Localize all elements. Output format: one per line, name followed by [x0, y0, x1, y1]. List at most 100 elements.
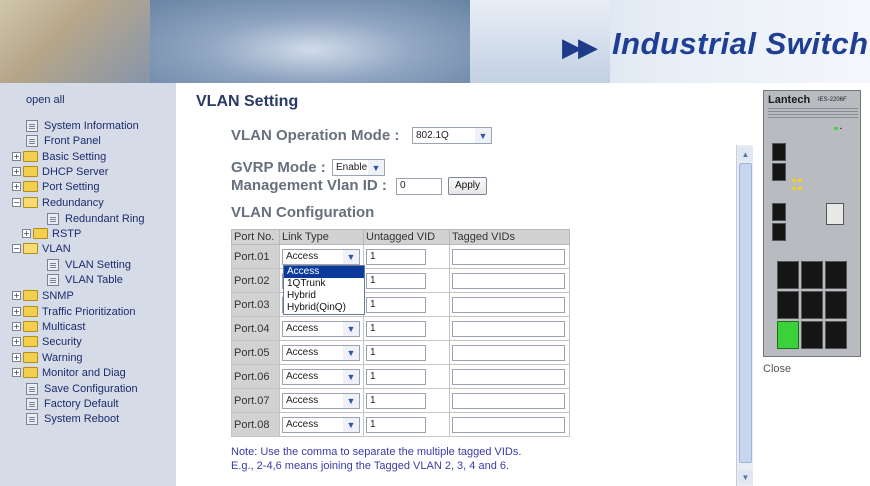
- scroll-up-icon[interactable]: ▲: [738, 147, 753, 161]
- led-icon: [798, 187, 802, 190]
- untagged-vid-input[interactable]: 1: [366, 369, 426, 385]
- sidebar-item-vlan-setting[interactable]: VLAN Setting: [47, 257, 131, 272]
- sidebar-item-label: Save Configuration: [44, 382, 138, 395]
- link-type-value: Access: [286, 395, 319, 406]
- expand-icon[interactable]: +: [12, 322, 21, 331]
- scroll-thumb[interactable]: [739, 163, 752, 463]
- sidebar-item-multicast[interactable]: + Multicast: [12, 319, 85, 334]
- untagged-vid-input[interactable]: 1: [366, 393, 426, 409]
- untagged-vid-cell: 1: [363, 388, 450, 413]
- sidebar-item-factory-default[interactable]: Factory Default: [26, 396, 119, 411]
- sidebar-item-label: Redundancy: [42, 196, 104, 209]
- link-type-select[interactable]: Access ▼: [282, 249, 360, 265]
- sidebar-item-port-setting[interactable]: + Port Setting: [12, 179, 99, 194]
- gvrp-mode-select[interactable]: Enable ▼: [332, 159, 385, 176]
- dropdown-option-1qtrunk[interactable]: 1QTrunk: [284, 278, 364, 290]
- sidebar-item-system-reboot[interactable]: System Reboot: [26, 411, 119, 426]
- sidebar-item-security[interactable]: + Security: [12, 334, 82, 349]
- untagged-vid-input[interactable]: 1: [366, 417, 426, 433]
- sidebar-item-system-information[interactable]: System Information: [26, 118, 139, 133]
- sidebar-item-monitor-and-diag[interactable]: + Monitor and Diag: [12, 365, 126, 380]
- expand-icon[interactable]: +: [12, 291, 21, 300]
- apply-button[interactable]: Apply: [448, 177, 488, 195]
- untagged-vid-input[interactable]: 1: [366, 297, 426, 313]
- sidebar-item-label: Monitor and Diag: [42, 366, 126, 379]
- link-type-dropdown-list: Access 1QTrunk Hybrid Hybrid(QinQ): [283, 265, 365, 315]
- chevron-down-icon: ▼: [343, 346, 359, 360]
- sidebar-item-warning[interactable]: + Warning: [12, 350, 83, 365]
- expand-icon[interactable]: +: [12, 337, 21, 346]
- sidebar-item-dhcp-server[interactable]: + DHCP Server: [12, 164, 108, 179]
- link-type-select[interactable]: Access ▼: [282, 321, 360, 337]
- sidebar-item-snmp[interactable]: + SNMP: [12, 288, 74, 303]
- rj45-port-icon: [825, 261, 847, 289]
- close-link[interactable]: Close: [763, 363, 791, 375]
- main-content: VLAN Setting VLAN Operation Mode : 802.1…: [176, 83, 736, 486]
- untagged-vid-input[interactable]: 1: [366, 345, 426, 361]
- link-type-select[interactable]: Access ▼: [282, 417, 360, 433]
- link-type-select[interactable]: Access ▼: [282, 369, 360, 385]
- sidebar-item-vlan[interactable]: − VLAN: [12, 241, 71, 256]
- tagged-vids-input[interactable]: [452, 393, 565, 409]
- page-icon: [47, 212, 59, 225]
- expand-icon[interactable]: +: [12, 152, 21, 161]
- open-all-link[interactable]: open all: [26, 94, 65, 106]
- dropdown-option-access[interactable]: Access: [284, 266, 364, 278]
- tagged-vids-input[interactable]: [452, 417, 565, 433]
- expand-icon[interactable]: +: [12, 182, 21, 191]
- tagged-vids-cell: [449, 316, 570, 341]
- vlan-mode-select[interactable]: 802.1Q ▼: [412, 127, 492, 144]
- collapse-icon[interactable]: −: [12, 198, 21, 207]
- untagged-vid-input[interactable]: 1: [366, 273, 426, 289]
- untagged-vid-cell: 1: [363, 364, 450, 389]
- sidebar-item-rstp[interactable]: + RSTP: [22, 226, 81, 241]
- expand-icon[interactable]: +: [12, 167, 21, 176]
- tagged-vids-cell: [449, 364, 570, 389]
- port-number: Port.02: [231, 268, 280, 293]
- folder-icon: [23, 166, 38, 177]
- sidebar-item-label: DHCP Server: [42, 165, 109, 178]
- tagged-vids-input[interactable]: [452, 273, 565, 289]
- tagged-vids-input[interactable]: [452, 345, 565, 361]
- vertical-scrollbar[interactable]: ▲ ▼: [736, 145, 753, 486]
- table-row: Port.06 Access ▼ 1: [231, 364, 570, 389]
- folder-icon: [23, 290, 38, 301]
- link-type-select[interactable]: Access ▼: [282, 393, 360, 409]
- link-type-cell: Access ▼: [279, 388, 364, 413]
- tagged-vids-input[interactable]: [452, 369, 565, 385]
- expand-icon[interactable]: +: [12, 368, 21, 377]
- scroll-down-icon[interactable]: ▼: [738, 470, 753, 484]
- rj45-port-active-icon: [777, 321, 799, 349]
- expand-icon[interactable]: +: [12, 307, 21, 316]
- sidebar-item-redundancy[interactable]: − Redundancy: [12, 195, 104, 210]
- page-icon: [47, 273, 59, 286]
- tagged-vids-input[interactable]: [452, 297, 565, 313]
- folder-icon: [23, 367, 38, 378]
- folder-icon: [23, 151, 38, 162]
- chevron-down-icon: ▼: [343, 370, 359, 384]
- expand-icon[interactable]: +: [22, 229, 31, 238]
- sidebar-item-front-panel[interactable]: Front Panel: [26, 133, 101, 148]
- page-icon: [47, 258, 59, 271]
- management-vlan-input[interactable]: 0: [396, 178, 442, 195]
- sidebar-item-label: SNMP: [42, 289, 74, 302]
- untagged-vid-input[interactable]: 1: [366, 249, 426, 265]
- sidebar-item-traffic-prioritization[interactable]: + Traffic Prioritization: [12, 304, 136, 319]
- dropdown-option-hybrid[interactable]: Hybrid: [284, 290, 364, 302]
- rj45-port-icon: [825, 321, 847, 349]
- port-number: Port.03: [231, 292, 280, 317]
- dropdown-option-hybrid-qinq[interactable]: Hybrid(QinQ): [284, 302, 364, 314]
- folder-icon: [23, 336, 38, 347]
- sidebar-item-save-configuration[interactable]: Save Configuration: [26, 381, 138, 396]
- link-type-select[interactable]: Access ▼: [282, 345, 360, 361]
- tagged-vids-cell: [449, 412, 570, 437]
- console-port-icon: [826, 203, 844, 225]
- sidebar-item-redundant-ring[interactable]: Redundant Ring: [47, 211, 145, 226]
- sidebar-item-basic-setting[interactable]: + Basic Setting: [12, 149, 106, 164]
- tagged-vids-input[interactable]: [452, 321, 565, 337]
- sidebar-item-vlan-table[interactable]: VLAN Table: [47, 272, 123, 287]
- untagged-vid-input[interactable]: 1: [366, 321, 426, 337]
- collapse-icon[interactable]: −: [12, 244, 21, 253]
- expand-icon[interactable]: +: [12, 353, 21, 362]
- tagged-vids-input[interactable]: [452, 249, 565, 265]
